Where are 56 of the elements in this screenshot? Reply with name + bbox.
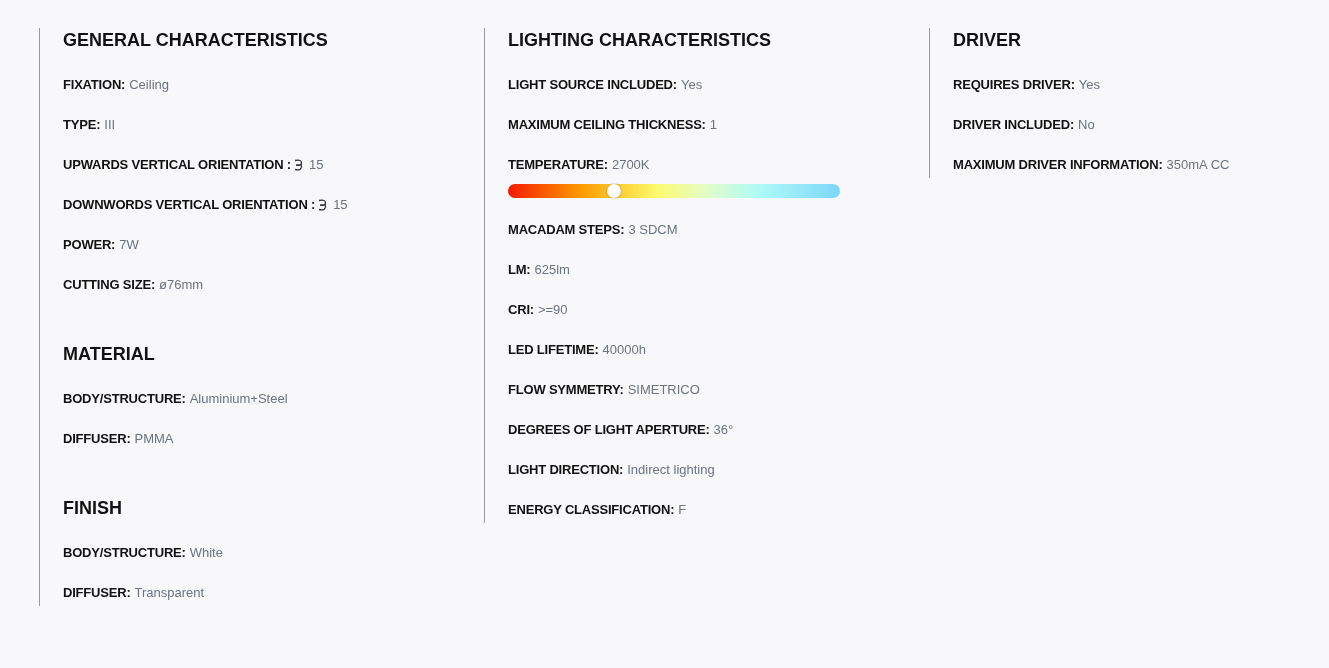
- spec-label: DOWNWORDS VERTICAL ORIENTATION :: [63, 196, 316, 214]
- color-temperature-slider[interactable]: [508, 184, 840, 198]
- spec-label: LED LIFETIME:: [508, 341, 599, 359]
- spec-value: 625lm: [534, 261, 570, 279]
- spec-label: DIFFUSER:: [63, 430, 131, 448]
- spec-value: 15: [333, 196, 348, 214]
- section-heading: DRIVER: [953, 29, 1022, 52]
- spec-label: TEMPERATURE:: [508, 156, 608, 174]
- spec-label: MAXIMUM DRIVER INFORMATION:: [953, 156, 1163, 174]
- spec-value: 350mA CC: [1166, 156, 1230, 174]
- slider-thumb[interactable]: [607, 184, 622, 198]
- spec-label: FLOW SYMMETRY:: [508, 381, 624, 399]
- spec-value: Yes: [680, 76, 703, 94]
- spec-label: DEGREES OF LIGHT APERTURE:: [508, 421, 710, 439]
- spec-value: White: [189, 544, 223, 562]
- spec-value: 40000h: [602, 341, 646, 359]
- spec-value: PMMA: [134, 430, 174, 448]
- spec-label: POWER:: [63, 236, 116, 254]
- spec-value: ø76mm: [159, 276, 204, 294]
- spec-label: BODY/STRUCTURE:: [63, 544, 186, 562]
- spec-value: 3 SDCM: [628, 221, 678, 239]
- spec-label: LIGHT SOURCE INCLUDED:: [508, 76, 677, 94]
- section-heading: FINISH: [63, 497, 123, 520]
- spec-value: Indirect lighting: [627, 461, 715, 479]
- spec-value: Transparent: [134, 584, 205, 602]
- spec-label: TYPE:: [63, 116, 101, 134]
- spec-label: CUTTING SIZE:: [63, 276, 155, 294]
- spec-value: No: [1078, 116, 1095, 134]
- spec-label: CRI:: [508, 301, 534, 319]
- spec-value: 7W: [119, 236, 139, 254]
- spec-label: BODY/STRUCTURE:: [63, 390, 186, 408]
- spec-label: UPWARDS VERTICAL ORIENTATION :: [63, 156, 291, 174]
- spec-label: REQUIRES DRIVER:: [953, 76, 1075, 94]
- spec-label: ENERGY CLASSIFICATION:: [508, 501, 675, 519]
- section-heading: LIGHTING CHARACTERISTICS: [508, 29, 772, 52]
- spec-value: III: [104, 116, 116, 134]
- spec-value: 15: [309, 156, 324, 174]
- spec-label: FIXATION:: [63, 76, 126, 94]
- spec-label: MAXIMUM CEILING THICKNESS:: [508, 116, 706, 134]
- spec-value: 1: [709, 116, 717, 134]
- spec-label: LM:: [508, 261, 531, 279]
- spec-label: MACADAM STEPS:: [508, 221, 625, 239]
- spec-value: Ceiling: [129, 76, 169, 94]
- section-heading: MATERIAL: [63, 343, 156, 366]
- spec-value: Yes: [1078, 76, 1100, 94]
- section-heading: GENERAL CHARACTERISTICS: [63, 29, 329, 52]
- spec-value: F: [678, 501, 687, 519]
- spec-value: SIMETRICO: [627, 381, 700, 399]
- spec-value: 2700K: [611, 156, 650, 174]
- spec-label: LIGHT DIRECTION:: [508, 461, 624, 479]
- angle-icon: [293, 158, 305, 172]
- spec-value: 36°: [713, 421, 734, 439]
- spec-label: DIFFUSER:: [63, 584, 131, 602]
- spec-label: DRIVER INCLUDED:: [953, 116, 1075, 134]
- spec-value: Aluminium+Steel: [189, 390, 288, 408]
- spec-value: >=90: [537, 301, 568, 319]
